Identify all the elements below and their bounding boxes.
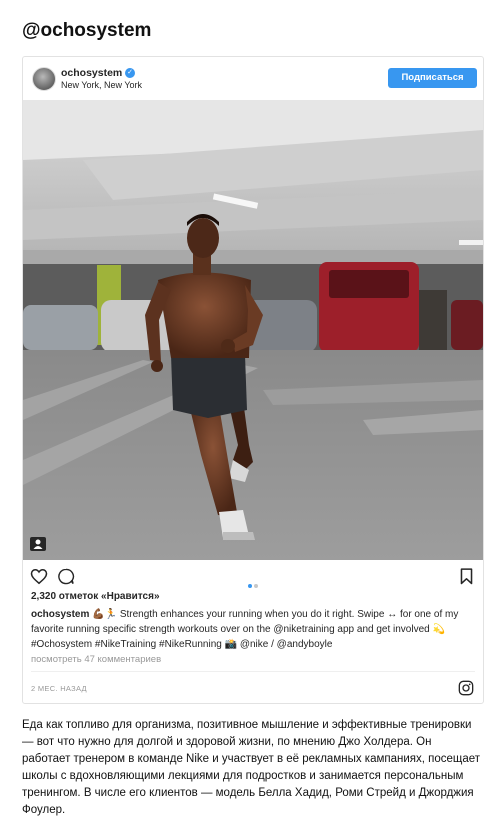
carousel-dot-active [248,584,252,588]
post-actions [23,560,483,590]
caption-username[interactable]: ochosystem [31,609,89,620]
carousel-dot [254,584,258,588]
instagram-embed-card: ochosystem ✓ New York, New York Подписат… [22,56,484,704]
avatar[interactable] [32,67,56,91]
comment-icon[interactable] [57,568,75,585]
article-paragraph: Еда как топливо для организма, позитивно… [22,719,481,816]
likes-count[interactable]: 2,320 отметок «Нравится» [31,591,160,602]
carousel-indicator [247,575,259,593]
post-caption: ochosystem 💪🏾🏃 Strength enhances your ru… [31,607,477,652]
follow-button[interactable]: Подписаться [388,68,477,88]
verified-badge-icon: ✓ [125,68,135,78]
post-location[interactable]: New York, New York [61,80,142,90]
post-username[interactable]: ochosystem [61,67,122,79]
post-header: ochosystem ✓ New York, New York Подписат… [23,57,483,100]
bookmark-icon[interactable] [460,568,473,585]
page-handle-title: @ochosystem [22,20,152,41]
user-tag-icon [30,537,46,551]
caption-text: 💪🏾🏃 Strength enhances your running when … [31,609,459,650]
heart-icon[interactable] [30,568,48,585]
instagram-logo-icon[interactable] [458,680,474,696]
post-photo[interactable] [23,100,483,560]
divider [31,671,475,672]
post-timestamp[interactable]: 2 МЕС. НАЗАД [31,684,87,693]
view-comments-link[interactable]: посмотреть 47 комментариев [31,654,161,665]
